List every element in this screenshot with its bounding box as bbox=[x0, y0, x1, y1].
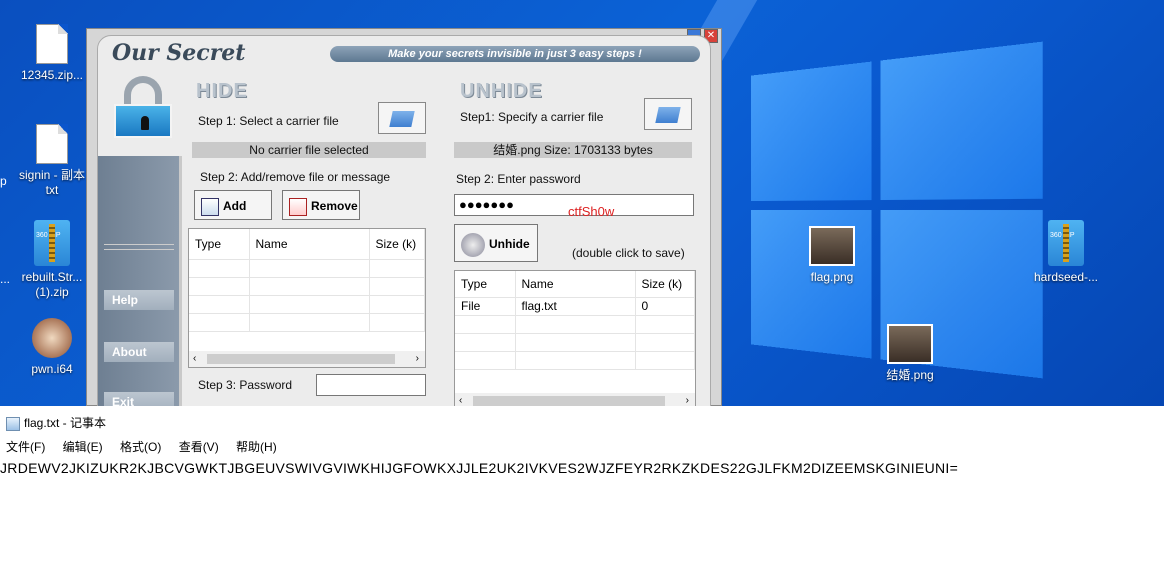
edge-label: ... bbox=[0, 272, 11, 286]
menu-view[interactable]: 查看(V) bbox=[179, 440, 219, 454]
unhide-label: Unhide bbox=[489, 237, 530, 251]
unhide-step1-label: Step1: Specify a carrier file bbox=[460, 110, 604, 124]
icon-label: 结婚.png bbox=[886, 368, 934, 382]
desktop: p ... 12345.zip... signin - 副本 txt 360 Z… bbox=[0, 0, 1164, 406]
hide-step3-label: Step 3: Password bbox=[198, 378, 293, 392]
menu-file[interactable]: 文件(F) bbox=[6, 440, 45, 454]
hide-step2-label: Step 2: Add/remove file or message bbox=[200, 170, 391, 184]
scroll-left-icon[interactable]: ‹ bbox=[193, 351, 196, 367]
divider bbox=[104, 244, 174, 250]
scroll-thumb[interactable] bbox=[207, 354, 395, 364]
desktop-icon-txt[interactable]: signin - 副本 txt bbox=[14, 124, 90, 198]
menu-edit[interactable]: 编辑(E) bbox=[63, 440, 103, 454]
icon-label: hardseed-... bbox=[1033, 270, 1099, 284]
column-header[interactable]: Size (k) bbox=[369, 229, 425, 260]
scroll-thumb[interactable] bbox=[473, 396, 665, 406]
unhide-title: UNHIDE bbox=[460, 80, 543, 102]
tagline-banner: Make your secrets invisible in just 3 ea… bbox=[330, 46, 700, 62]
zip-icon: 360 ZIP bbox=[34, 220, 70, 266]
hide-title: HIDE bbox=[196, 80, 248, 102]
desktop-icon-png[interactable]: 结婚.png bbox=[872, 324, 948, 383]
table-row bbox=[189, 295, 425, 314]
desktop-icon-zip[interactable]: 360 ZIP hardseed-... bbox=[1028, 220, 1104, 285]
hide-carrier-status: No carrier file selected bbox=[192, 142, 426, 158]
hide-password-input[interactable] bbox=[316, 374, 426, 396]
table-row bbox=[455, 351, 695, 370]
icon-label: flag.png bbox=[810, 270, 854, 284]
column-header[interactable]: Type bbox=[455, 271, 516, 298]
unhide-button[interactable]: Unhide bbox=[454, 224, 538, 262]
image-thumbnail-icon bbox=[887, 324, 933, 364]
unhide-browse-button[interactable] bbox=[644, 98, 692, 130]
keys-icon bbox=[461, 232, 485, 257]
column-header[interactable]: Name bbox=[249, 229, 370, 260]
table-row bbox=[189, 277, 425, 296]
scroll-right-icon[interactable]: › bbox=[416, 351, 419, 367]
help-button[interactable]: Help bbox=[104, 290, 174, 310]
exit-button[interactable]: Exit bbox=[104, 392, 174, 406]
notepad-window: flag.txt - 记事本 文件(F) 编辑(E) 格式(O) 查看(V) 帮… bbox=[0, 406, 1164, 561]
icon-label: signin - 副本 txt bbox=[18, 168, 86, 197]
menu-format[interactable]: 格式(O) bbox=[120, 440, 161, 454]
menu-bar: 文件(F) 编辑(E) 格式(O) 查看(V) 帮助(H) bbox=[6, 438, 291, 455]
app-panel: Our Secret Make your secrets invisible i… bbox=[97, 35, 711, 406]
horizontal-scrollbar[interactable]: ‹ › bbox=[455, 393, 695, 406]
hide-file-list[interactable]: Type Name Size (k) ‹ › bbox=[188, 228, 426, 368]
column-header[interactable]: Type bbox=[189, 229, 250, 260]
desktop-icon-flag-png[interactable]: flag.png bbox=[794, 226, 870, 285]
notepad-icon bbox=[6, 416, 20, 431]
unhide-file-list[interactable]: Type Name Size (k) File flag.txt 0 ‹ › bbox=[454, 270, 696, 406]
save-hint: (double click to save) bbox=[572, 246, 685, 260]
text-file-icon bbox=[36, 124, 68, 164]
desktop-icon-zip[interactable]: 360 ZIP rebuilt.Str... (1).zip bbox=[14, 220, 90, 300]
desktop-icon-i64[interactable]: pwn.i64 bbox=[14, 318, 90, 377]
column-header[interactable]: Size (k) bbox=[635, 271, 695, 298]
hide-step1-label: Step 1: Select a carrier file bbox=[198, 114, 339, 128]
table-row bbox=[189, 259, 425, 278]
padlock-icon bbox=[114, 76, 172, 138]
remove-label: Remove bbox=[311, 199, 358, 213]
column-header[interactable]: Name bbox=[515, 271, 636, 298]
window-title: flag.txt - 记事本 bbox=[24, 416, 107, 430]
cell-type: File bbox=[455, 297, 516, 316]
unhide-carrier-status: 结婚.png Size: 1703133 bytes bbox=[454, 142, 692, 158]
sidebar: Help About Exit bbox=[98, 156, 182, 406]
edge-label: p bbox=[0, 174, 7, 188]
about-button[interactable]: About bbox=[104, 342, 174, 362]
horizontal-scrollbar[interactable]: ‹ › bbox=[189, 351, 425, 367]
oursecret-window: _ ✕ Our Secret Make your secrets invisib… bbox=[86, 28, 722, 406]
table-row bbox=[455, 333, 695, 352]
desktop-icon-zip[interactable]: 12345.zip... bbox=[14, 24, 90, 83]
unhide-step2-label: Step 2: Enter password bbox=[456, 172, 581, 186]
ida-icon bbox=[32, 318, 72, 358]
scroll-left-icon[interactable]: ‹ bbox=[459, 393, 462, 406]
hide-browse-button[interactable] bbox=[378, 102, 426, 134]
icon-label: pwn.i64 bbox=[31, 362, 73, 376]
table-row[interactable]: File flag.txt 0 bbox=[455, 297, 695, 316]
table-row bbox=[189, 313, 425, 332]
remove-icon bbox=[289, 197, 307, 216]
add-icon bbox=[201, 197, 219, 216]
password-overlay-text: ctfSh0w bbox=[568, 204, 615, 219]
cell-name: flag.txt bbox=[515, 297, 636, 316]
image-thumbnail-icon bbox=[809, 226, 855, 266]
file-icon bbox=[36, 24, 68, 64]
notepad-titlebar: flag.txt - 记事本 bbox=[6, 414, 106, 431]
add-label: Add bbox=[223, 199, 247, 213]
scroll-right-icon[interactable]: › bbox=[686, 393, 689, 406]
menu-help[interactable]: 帮助(H) bbox=[236, 440, 277, 454]
cell-size: 0 bbox=[635, 297, 695, 316]
icon-label: 12345.zip... bbox=[20, 68, 84, 82]
remove-button[interactable]: Remove bbox=[282, 190, 360, 220]
icon-label: rebuilt.Str... (1).zip bbox=[21, 270, 83, 299]
text-editor-content[interactable]: JRDEWV2JKIZUKR2KJBCVGWKTJBGEUVSWIVGVIWKH… bbox=[0, 460, 958, 476]
table-row bbox=[455, 315, 695, 334]
add-button[interactable]: Add bbox=[194, 190, 272, 220]
zip-icon: 360 ZIP bbox=[1048, 220, 1084, 266]
app-logo: Our Secret bbox=[112, 40, 246, 66]
